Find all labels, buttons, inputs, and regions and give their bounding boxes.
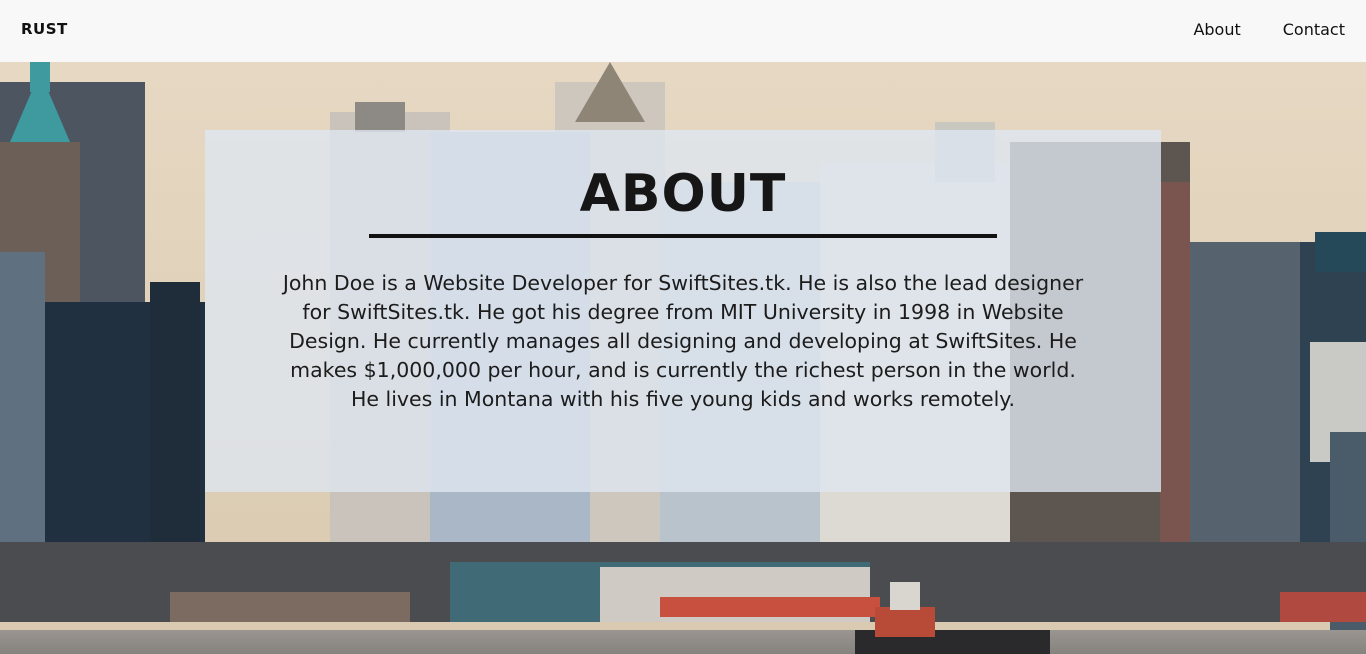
about-panel: ABOUT John Doe is a Website Developer fo…: [205, 130, 1161, 492]
nav-link-about[interactable]: About: [1193, 20, 1240, 39]
heading-divider: [369, 234, 997, 238]
about-body-text: John Doe is a Website Developer for Swif…: [282, 271, 1084, 411]
brand-logo[interactable]: RUST: [21, 20, 68, 38]
about-heading: ABOUT: [579, 164, 787, 224]
nav-link-contact[interactable]: Contact: [1283, 20, 1345, 39]
navbar: RUST About Contact: [0, 0, 1366, 62]
nav-links: About Contact: [1193, 20, 1345, 39]
